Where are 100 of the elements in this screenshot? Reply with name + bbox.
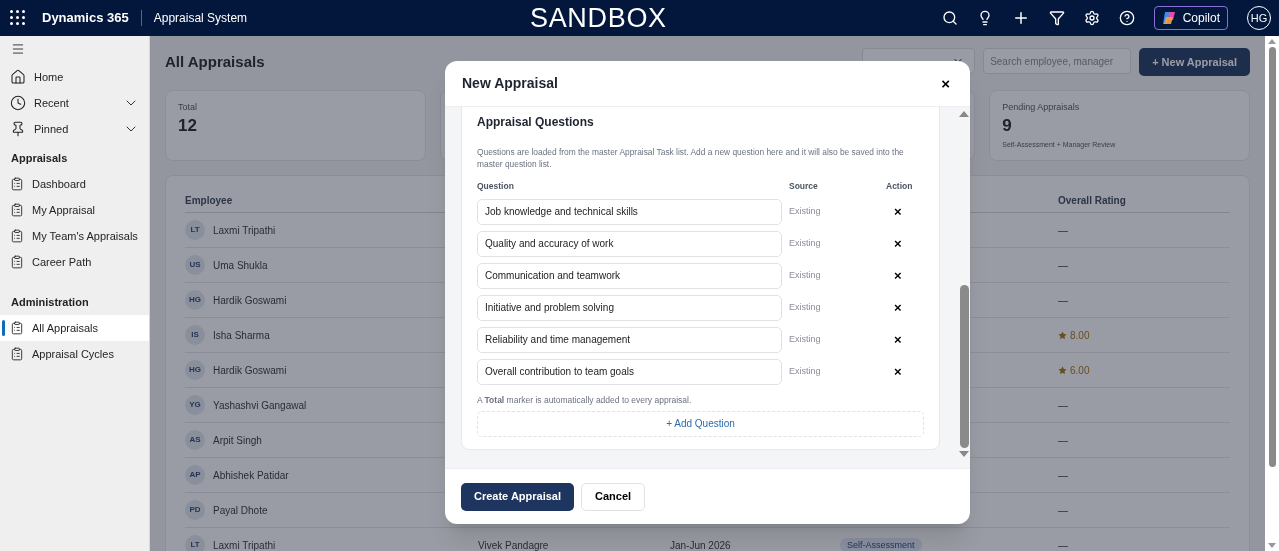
clipboard-icon — [10, 203, 24, 217]
column-header: Employee — [185, 193, 233, 208]
employee-name: Uma Shukla — [213, 258, 268, 273]
initials-avatar: YG — [185, 395, 205, 415]
dialog-title: New Appraisal — [462, 74, 558, 93]
question-source: Existing — [789, 237, 822, 250]
nav-item[interactable]: All Appraisals — [0, 315, 149, 341]
star-icon — [1058, 365, 1067, 375]
question-source: Existing — [789, 269, 822, 282]
star-icon — [1058, 330, 1067, 340]
question-source: Existing — [789, 333, 822, 346]
copilot-button[interactable]: Copilot — [1153, 6, 1228, 30]
add-question-button[interactable]: + Add Question — [477, 410, 924, 437]
question-source: Existing — [789, 301, 822, 314]
close-button[interactable]: × — [941, 76, 950, 91]
initials-avatar: HG — [185, 360, 205, 380]
employee-name: Arpit Singh — [213, 433, 262, 448]
search-icon[interactable] — [941, 10, 958, 26]
stat-value: 9 — [1002, 114, 1013, 137]
nav-item[interactable]: Recent — [0, 90, 149, 116]
employee-name: Payal Dhote — [213, 503, 268, 518]
search-field[interactable]: Search employee, manager — [983, 48, 1132, 74]
question-field[interactable]: Quality and accuracy of work — [477, 230, 782, 257]
column-header: Source — [789, 180, 819, 193]
home-icon — [10, 69, 26, 85]
rating-value: 8.00 — [1070, 328, 1090, 343]
remove-question-button[interactable]: × — [894, 237, 902, 251]
rating-value: — — [1058, 223, 1068, 238]
section-title: Appraisal Questions — [477, 114, 595, 131]
remove-question-button[interactable]: × — [894, 205, 902, 219]
environment-label: SANDBOX — [530, 2, 667, 35]
clipboard-icon — [10, 321, 24, 335]
remove-question-button[interactable]: × — [894, 333, 902, 347]
clipboard-icon — [10, 347, 24, 361]
nav-item[interactable]: Dashboard — [0, 171, 149, 197]
nav-item[interactable]: My Team's Appraisals — [0, 223, 149, 249]
initials-avatar: LT — [185, 220, 205, 240]
question-field[interactable]: Reliability and time management — [477, 326, 782, 353]
initials-avatar: US — [185, 255, 205, 275]
question-field[interactable]: Communication and teamwork — [477, 262, 782, 289]
initials-avatar: IS — [185, 325, 205, 345]
employee-name: Laxmi Tripathi — [213, 223, 276, 238]
cycle-name: Jan-Jun 2026 — [670, 539, 731, 551]
column-header: Overall Rating — [1058, 193, 1126, 208]
remove-question-button[interactable]: × — [894, 365, 902, 379]
status-badge: Self-Assessment — [840, 538, 922, 551]
menu-icon[interactable] — [11, 42, 25, 56]
manager-name: Vivek Pandagre — [478, 539, 549, 551]
help-icon[interactable] — [1118, 10, 1135, 26]
cancel-button[interactable]: Cancel — [581, 482, 646, 511]
page-title: All Appraisals — [165, 51, 265, 72]
employee-name: Hardik Goswami — [213, 363, 287, 378]
create-appraisal-button[interactable]: Create Appraisal — [461, 482, 575, 511]
employee-name: Hardik Goswami — [213, 293, 287, 308]
question-field[interactable]: Initiative and problem solving — [477, 294, 782, 321]
settings-icon[interactable] — [1083, 10, 1100, 26]
question-source: Existing — [789, 205, 822, 218]
employee-name: Isha Sharma — [213, 328, 270, 343]
section-heading: Appraisals — [10, 150, 69, 166]
rating-value: 6.00 — [1070, 363, 1090, 378]
nav-item[interactable]: Appraisal Cycles — [0, 341, 149, 367]
rating-value: — — [1058, 538, 1068, 551]
column-header: Action — [885, 180, 914, 193]
clipboard-icon — [10, 255, 24, 269]
clock-icon — [10, 95, 26, 111]
rating-value: — — [1058, 468, 1068, 483]
app-launcher-icon[interactable] — [10, 10, 26, 26]
rating-value: — — [1058, 398, 1068, 413]
initials-avatar: PD — [185, 500, 205, 520]
question-field[interactable]: Overall contribution to team goals — [477, 358, 782, 385]
rating-value: — — [1058, 293, 1068, 308]
clipboard-icon — [10, 229, 24, 243]
clipboard-icon — [10, 177, 24, 191]
nav-item[interactable]: Career Path — [0, 249, 149, 275]
initials-avatar: AP — [185, 465, 205, 485]
initials-avatar: HG — [185, 290, 205, 310]
copilot-logo-icon — [1161, 11, 1177, 25]
pin-icon — [10, 121, 26, 137]
total-note: A Total marker is automatically added to every appraisal. — [477, 393, 693, 407]
initials-avatar: AS — [185, 430, 205, 450]
rating-value: — — [1058, 503, 1068, 518]
app-name[interactable]: Dynamics 365 — [42, 8, 129, 28]
column-header: Question — [477, 180, 515, 193]
filter-icon[interactable] — [1048, 10, 1065, 26]
remove-question-button[interactable]: × — [894, 269, 902, 283]
nav-item[interactable]: Home — [0, 64, 149, 90]
remove-question-button[interactable]: × — [894, 301, 902, 315]
area-name[interactable]: Appraisal System — [153, 9, 248, 27]
nav-item[interactable]: Pinned — [0, 116, 149, 142]
section-description: Questions are loaded from the master Appraisal Task list. Add a new question here and it will also be saved into the master question list. — [477, 146, 905, 170]
section-heading: Administration — [10, 294, 90, 310]
stat-value: 12 — [178, 114, 198, 137]
question-source: Existing — [789, 365, 822, 378]
question-field[interactable]: Job knowledge and technical skills — [477, 198, 782, 225]
employee-name: Yashashvi Gangawal — [213, 398, 307, 413]
nav-item[interactable]: My Appraisal — [0, 197, 149, 223]
stat-label: Total — [178, 101, 198, 114]
stat-label: Pending Appraisals — [1002, 101, 1081, 114]
new-appraisal-button[interactable]: + New Appraisal — [1139, 48, 1250, 76]
employee-name: Laxmi Tripathi — [213, 538, 276, 551]
